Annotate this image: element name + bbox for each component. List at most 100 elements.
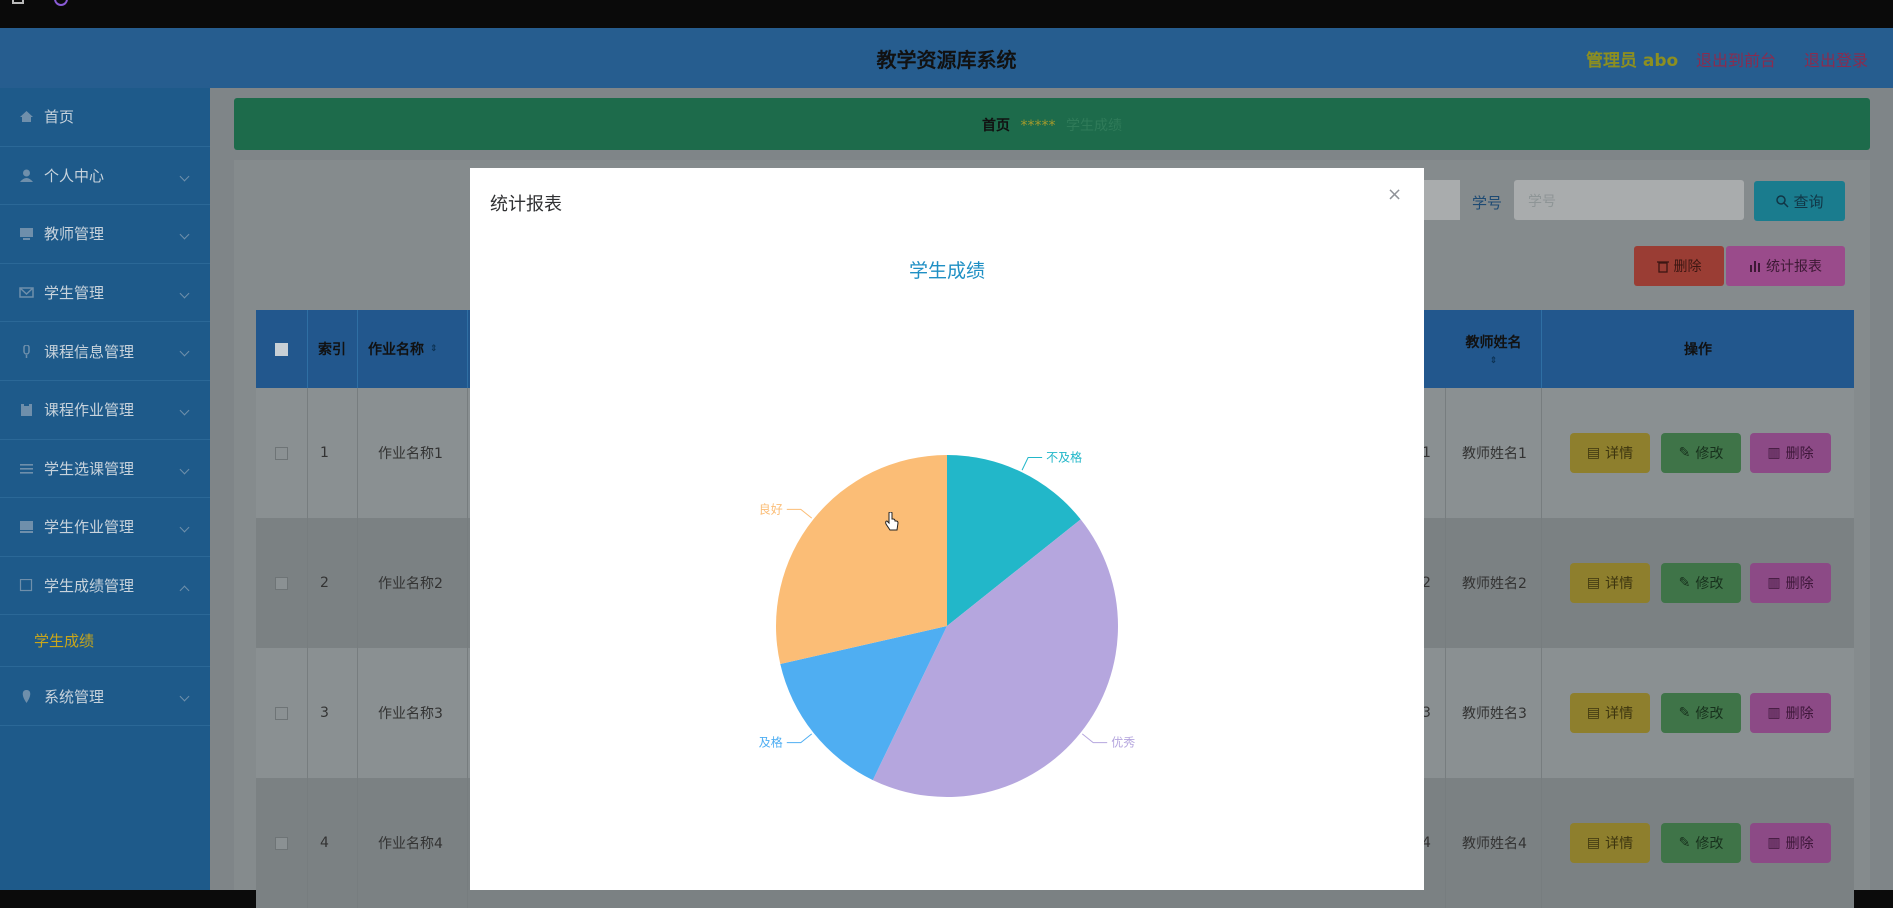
row-homework-name: 作业名称1 <box>358 388 468 518</box>
select-all-cell <box>256 310 308 388</box>
sidebar-item-student-homework[interactable]: 学生作业管理 <box>0 498 210 557</box>
delete-label: 删除 <box>1785 706 1814 722</box>
sidebar-item-system[interactable]: 系统管理 <box>0 667 210 726</box>
chevron-down-icon <box>179 288 190 299</box>
sort-icon[interactable]: ⇕ <box>430 344 438 354</box>
pie-chart: 不及格优秀 及格 良好 <box>759 450 1135 798</box>
pie-label-0: 不及格 <box>1046 450 1082 465</box>
sidebar-item-teachers[interactable]: 教师管理 <box>0 205 210 264</box>
pin-icon <box>22 689 31 703</box>
delete-button[interactable]: ▥ 删除 <box>1750 433 1831 473</box>
chevron-down-icon <box>179 691 190 702</box>
row-checkbox[interactable] <box>275 836 288 850</box>
header-homework-name[interactable]: 作业名称 ⇕ <box>358 310 468 388</box>
sidebar-item-label: 课程信息管理 <box>44 342 135 361</box>
query-button[interactable]: 查询 <box>1754 181 1845 221</box>
edit-button[interactable]: ✎ 修改 <box>1661 693 1741 733</box>
header-index: 索引 <box>308 310 358 388</box>
document-icon: ▤ <box>1586 445 1601 461</box>
detail-button[interactable]: ▤ 详情 <box>1570 563 1650 603</box>
bulk-delete-button[interactable]: 删除 <box>1634 246 1724 286</box>
stats-report-label: 统计报表 <box>1766 259 1822 275</box>
sidebar-item-label: 学生成绩管理 <box>44 577 135 596</box>
detail-button[interactable]: ▤ 详情 <box>1570 433 1650 473</box>
user-icon <box>20 169 33 182</box>
detail-label: 详情 <box>1605 836 1634 852</box>
back-to-front-link[interactable]: 退出到前台 <box>1696 47 1776 71</box>
chevron-down-icon <box>179 171 190 182</box>
row-checkbox[interactable] <box>275 576 288 590</box>
delete-button[interactable]: ▥ 删除 <box>1750 823 1831 863</box>
pie-label-2: 及格 <box>759 735 783 750</box>
row-checkbox[interactable] <box>275 706 288 720</box>
pencil-icon: ✎ <box>1678 445 1691 461</box>
row-index: 2 <box>308 518 358 648</box>
edit-label: 修改 <box>1695 706 1724 722</box>
pencil-icon: ✎ <box>1678 575 1691 591</box>
trash-icon: ▥ <box>1767 575 1781 591</box>
detail-label: 详情 <box>1605 706 1634 722</box>
detail-label: 详情 <box>1605 446 1634 462</box>
sidebar: 首页 个人中心 教师管理 学生管理 课程信息管理 课程作业管理 学生选课管理 学… <box>0 88 210 890</box>
sidebar-item-label: 学生作业管理 <box>44 518 135 537</box>
pie-label-line-3 <box>786 508 813 519</box>
sidebar-item-label: 系统管理 <box>44 687 105 706</box>
delete-button[interactable]: ▥ 删除 <box>1750 693 1831 733</box>
row-checkbox[interactable] <box>275 446 288 460</box>
top-header: 教学资源库系统 管理员 abo 退出到前台 退出登录 <box>0 28 1893 88</box>
row-homework-name: 作业名称3 <box>358 648 468 778</box>
clipboard-icon <box>21 403 32 417</box>
chevron-down-icon <box>179 464 190 475</box>
document-icon: ▤ <box>1586 575 1601 591</box>
edit-button[interactable]: ✎ 修改 <box>1661 563 1741 603</box>
sidebar-item-course-selection[interactable]: 学生选课管理 <box>0 440 210 499</box>
sidebar-item-label: 学生管理 <box>44 284 105 303</box>
row-index: 3 <box>308 648 358 778</box>
trash-icon: ▥ <box>1767 445 1781 461</box>
detail-button[interactable]: ▤ 详情 <box>1570 693 1650 733</box>
select-all-checkbox[interactable] <box>275 342 288 356</box>
sidebar-item-homework[interactable]: 课程作业管理 <box>0 381 210 440</box>
trash-icon: ▥ <box>1767 705 1781 721</box>
sidebar-item-label: 个人中心 <box>44 166 105 185</box>
row-homework-name: 作业名称4 <box>358 778 468 908</box>
monitor-icon <box>20 228 33 241</box>
breadcrumb-home[interactable]: 首页 <box>982 118 1010 134</box>
row-teacher-name: 教师姓名4 <box>1446 778 1542 908</box>
delete-button[interactable]: ▥ 删除 <box>1750 563 1831 603</box>
edit-button[interactable]: ✎ 修改 <box>1661 433 1741 473</box>
sort-icon[interactable]: ⇕ <box>1490 356 1498 366</box>
header-operations: 操作 <box>1684 342 1712 358</box>
delete-label: 删除 <box>1785 836 1814 852</box>
admin-label: 管理员 abo <box>1586 51 1679 71</box>
row-checkbox-cell <box>256 388 308 518</box>
app-icon <box>54 0 68 6</box>
edit-button[interactable]: ✎ 修改 <box>1661 823 1741 863</box>
pie-label-line-1 <box>1081 733 1108 744</box>
sidebar-item-label: 教师管理 <box>44 225 105 244</box>
sidebar-item-grades[interactable]: 学生成绩管理 <box>0 557 210 616</box>
student-id-label: 学号 <box>1472 194 1503 212</box>
row-teacher-name: 教师姓名2 <box>1446 518 1542 648</box>
chevron-down-icon <box>179 405 190 416</box>
chevron-down-icon <box>179 229 190 240</box>
header-teacher-name[interactable]: 教师姓名 ⇕ <box>1446 310 1542 388</box>
pie-label-line-2 <box>786 733 813 744</box>
delete-label: 删除 <box>1785 576 1814 592</box>
student-id-input[interactable]: 学号 <box>1514 180 1744 220</box>
logout-link[interactable]: 退出登录 <box>1804 47 1868 71</box>
stats-report-button[interactable]: 统计报表 <box>1726 246 1845 286</box>
bar-chart-icon <box>1750 261 1760 272</box>
mic-icon <box>23 344 30 358</box>
sidebar-item-home[interactable]: 首页 <box>0 88 210 147</box>
sidebar-item-profile[interactable]: 个人中心 <box>0 147 210 206</box>
sidebar-subitem-student-grades[interactable]: 学生成绩 <box>0 615 210 668</box>
square-icon <box>19 579 33 592</box>
sidebar-item-students[interactable]: 学生管理 <box>0 264 210 323</box>
detail-button[interactable]: ▤ 详情 <box>1570 823 1650 863</box>
sidebar-item-courses[interactable]: 课程信息管理 <box>0 322 210 381</box>
breadcrumb-separator: ***** <box>1020 118 1056 134</box>
edit-label: 修改 <box>1695 576 1724 592</box>
row-index: 4 <box>308 778 358 908</box>
document-icon: ▤ <box>1586 705 1601 721</box>
